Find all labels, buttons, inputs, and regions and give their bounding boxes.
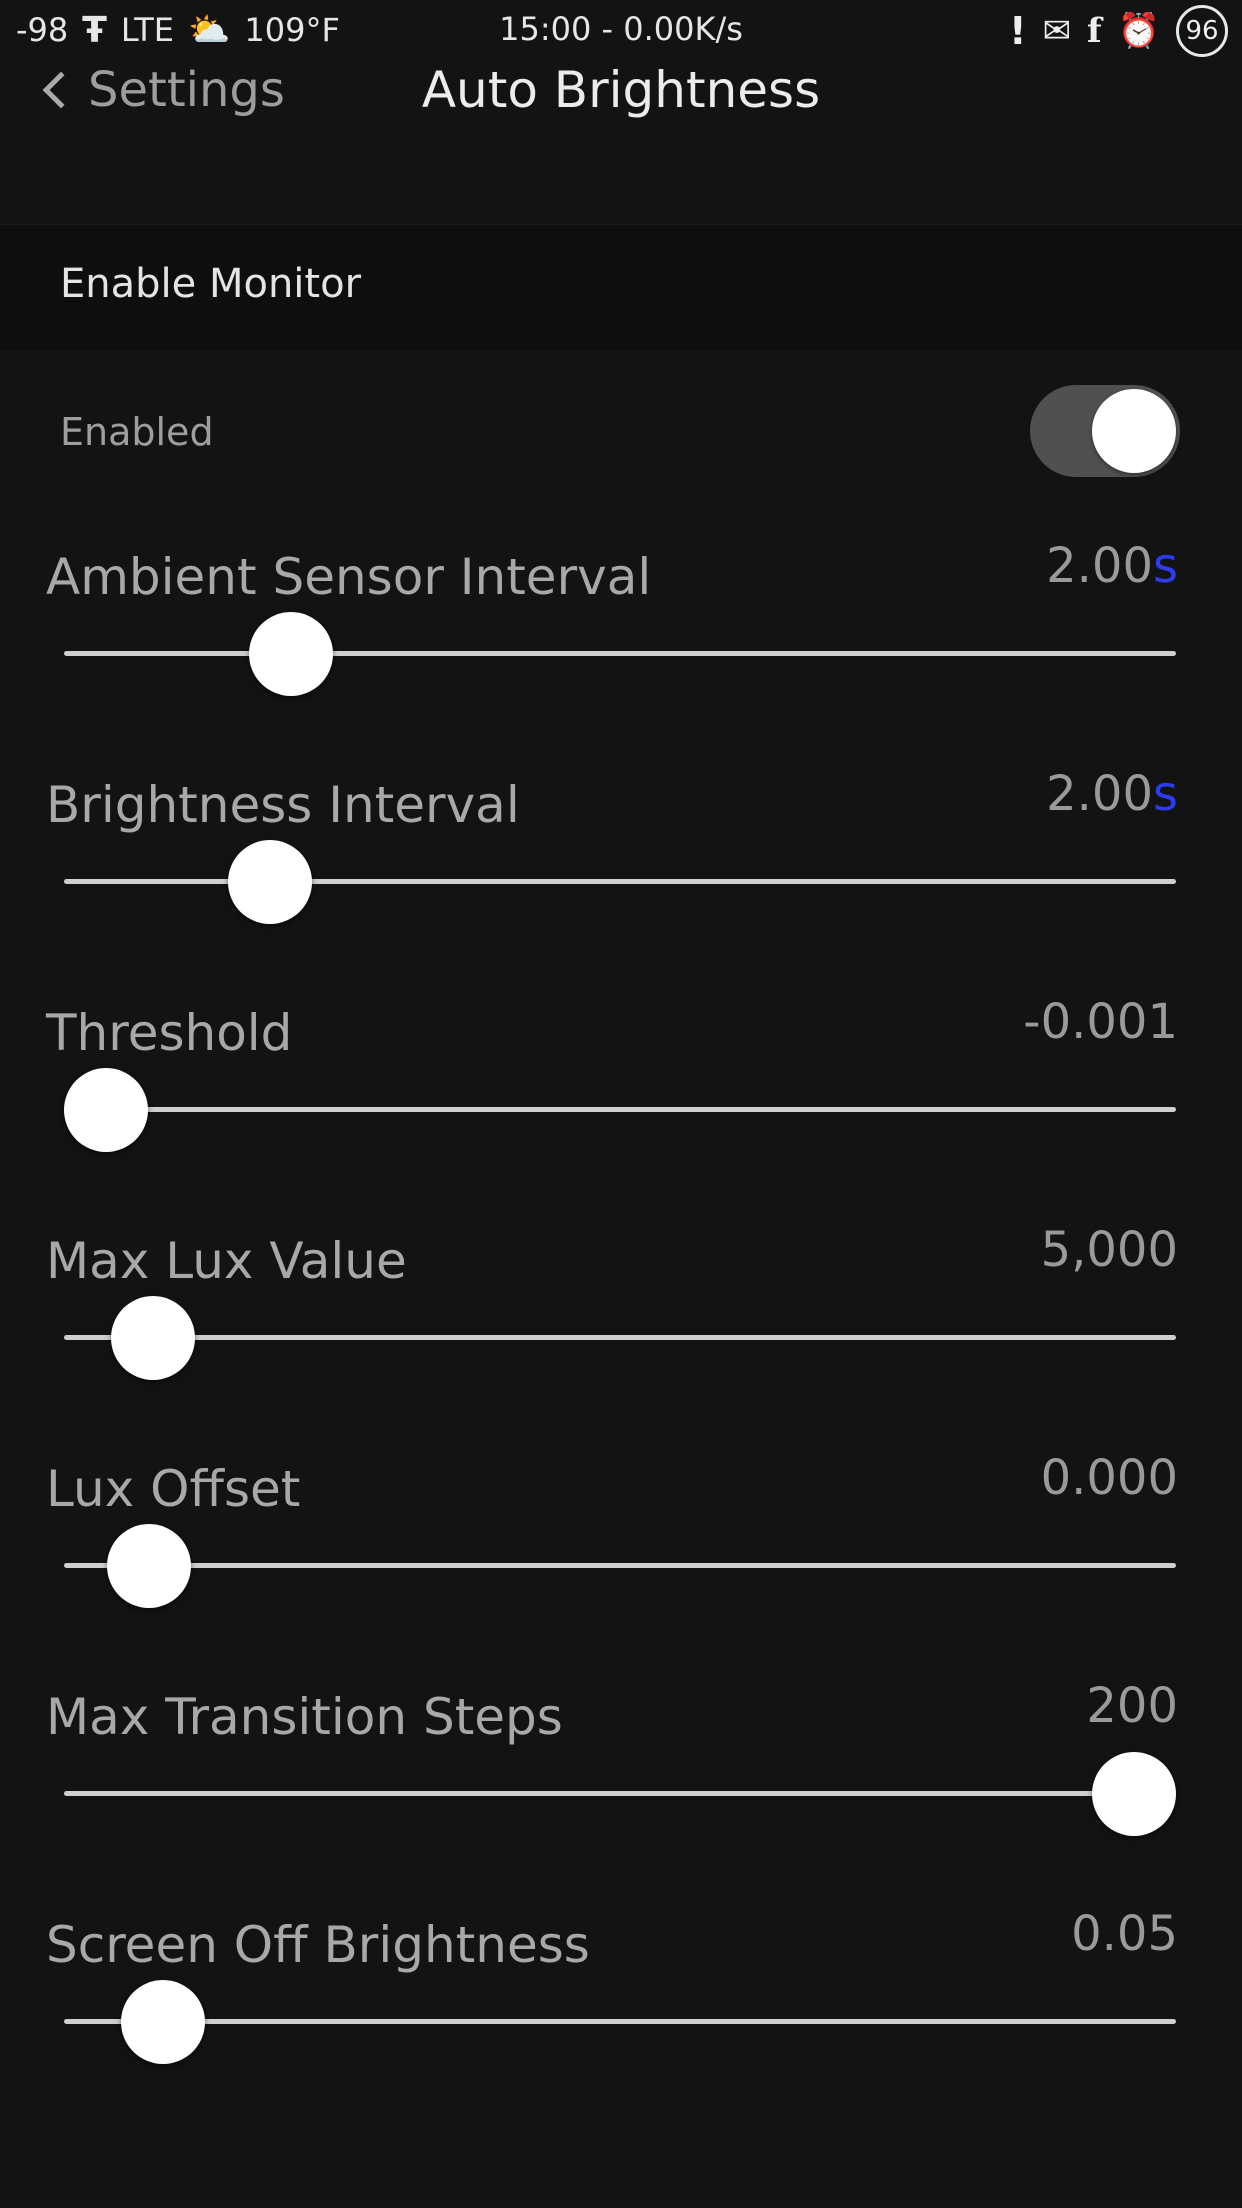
slider-value: 0.05 bbox=[1071, 1906, 1178, 1962]
value-number: 0.05 bbox=[1071, 1906, 1178, 1962]
slider-value: 2.00s bbox=[1046, 766, 1178, 822]
mail-icon: ✉ bbox=[1042, 11, 1072, 51]
value-unit: s bbox=[1152, 766, 1178, 822]
alert-icon: ! bbox=[1009, 9, 1027, 53]
enabled-toggle[interactable] bbox=[1030, 385, 1180, 477]
slider-thumb[interactable] bbox=[120, 1980, 205, 2064]
toggle-knob bbox=[1092, 389, 1176, 473]
slider-label: Brightness Interval bbox=[46, 776, 520, 834]
battery-level: 96 bbox=[1185, 16, 1219, 46]
slider-thumb[interactable] bbox=[111, 1296, 196, 1380]
slider-thumb[interactable] bbox=[249, 612, 334, 696]
value-unit: s bbox=[1152, 538, 1178, 594]
status-bar: -98 Ŧ LTE ⛅ 109°F 15:00 - 0.00K/s ! ✉ f … bbox=[0, 0, 1242, 60]
slider-thumb[interactable] bbox=[228, 840, 313, 924]
value-number: 5,000 bbox=[1040, 1222, 1178, 1278]
section-header-label: Enable Monitor bbox=[60, 261, 362, 307]
slider-max-transition-steps: Max Transition Steps 200 bbox=[0, 1678, 1242, 1916]
slider-label: Lux Offset bbox=[46, 1460, 301, 1518]
page-title: Auto Brightness bbox=[421, 61, 821, 119]
alarm-icon: ⏰ bbox=[1117, 11, 1160, 51]
enabled-row: Enabled bbox=[0, 372, 1242, 498]
slider-label: Max Transition Steps bbox=[46, 1688, 563, 1746]
slider-track[interactable] bbox=[64, 1107, 1176, 1112]
section-header: Enable Monitor bbox=[0, 224, 1242, 349]
slider-value: 0.000 bbox=[1041, 1450, 1178, 1506]
slider-track[interactable] bbox=[64, 2019, 1176, 2024]
slider-ambient-sensor-interval: Ambient Sensor Interval 2.00s bbox=[0, 538, 1242, 776]
value-number: 0.000 bbox=[1040, 1450, 1178, 1506]
slider-max-lux-value: Max Lux Value 5,000 bbox=[0, 1222, 1242, 1460]
slider-label: Max Lux Value bbox=[46, 1232, 407, 1290]
slider-track[interactable] bbox=[64, 1335, 1176, 1340]
slider-label: Threshold bbox=[46, 1004, 293, 1062]
status-right: ! ✉ f ⏰ 96 bbox=[1009, 4, 1228, 58]
slider-lux-offset: Lux Offset 0.000 bbox=[0, 1450, 1242, 1688]
facebook-icon: f bbox=[1087, 11, 1102, 51]
enabled-label: Enabled bbox=[60, 410, 214, 454]
slider-thumb[interactable] bbox=[107, 1524, 192, 1608]
slider-brightness-interval: Brightness Interval 2.00s bbox=[0, 766, 1242, 1004]
value-number: 200 bbox=[1086, 1678, 1178, 1734]
slider-label: Screen Off Brightness bbox=[46, 1916, 590, 1974]
slider-screen-off-brightness: Screen Off Brightness 0.05 bbox=[0, 1906, 1242, 2144]
slider-thumb[interactable] bbox=[64, 1068, 148, 1152]
value-number: 2.00 bbox=[1046, 538, 1153, 594]
slider-value: 2.00s bbox=[1046, 538, 1178, 594]
navigation-bar: Settings Auto Brightness bbox=[0, 60, 1242, 160]
slider-track[interactable] bbox=[64, 1563, 1176, 1568]
value-number: -0.001 bbox=[1023, 994, 1178, 1050]
slider-track[interactable] bbox=[64, 1791, 1176, 1796]
slider-value: 200 bbox=[1086, 1678, 1178, 1734]
app-root: -98 Ŧ LTE ⛅ 109°F 15:00 - 0.00K/s ! ✉ f … bbox=[0, 0, 1242, 2208]
slider-thumb[interactable] bbox=[1092, 1752, 1176, 1836]
slider-value: 5,000 bbox=[1041, 1222, 1178, 1278]
slider-label: Ambient Sensor Interval bbox=[46, 548, 652, 606]
value-number: 2.00 bbox=[1046, 766, 1153, 822]
slider-track[interactable] bbox=[64, 651, 1176, 656]
slider-value: -0.001 bbox=[1023, 994, 1178, 1050]
battery-icon: 96 bbox=[1176, 5, 1228, 57]
slider-threshold: Threshold -0.001 bbox=[0, 994, 1242, 1232]
